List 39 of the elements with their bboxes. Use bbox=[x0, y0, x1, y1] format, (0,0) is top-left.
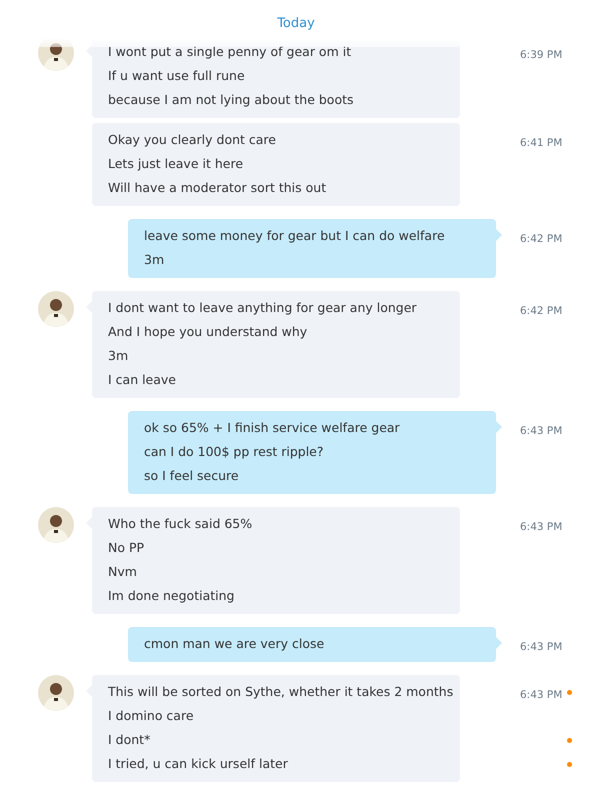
message-text: ok so 65% + I finish service welfare gear bbox=[144, 420, 400, 435]
message-text: I dont* bbox=[108, 732, 150, 747]
message-time: 6:43 PM bbox=[520, 688, 562, 700]
message-time: 6:43 PM bbox=[520, 640, 562, 652]
message-text: 3m bbox=[144, 252, 164, 267]
message-time: 6:43 PM bbox=[520, 520, 562, 532]
pending-dot bbox=[566, 690, 572, 694]
message-text: I dont want to leave anything for gear any longer bbox=[108, 300, 417, 315]
pending-dot bbox=[566, 738, 572, 742]
message-text: Nvm bbox=[108, 564, 137, 579]
message-time: 6:39 PM bbox=[520, 48, 562, 60]
message-text: cmon man we are very close bbox=[144, 636, 324, 651]
message-text: I tried, u can kick urself later bbox=[108, 756, 288, 771]
message-text: leave some money for gear but I can do welfare bbox=[144, 228, 445, 243]
message-text: And I hope you understand why bbox=[108, 324, 308, 339]
message-text: Will have a moderator sort this out bbox=[108, 180, 326, 195]
message-text: No PP bbox=[108, 540, 144, 555]
avatar-icon[interactable] bbox=[38, 675, 74, 711]
message-text: because I am not lying about the boots bbox=[108, 92, 354, 107]
message-text: Im done negotiating bbox=[108, 588, 234, 603]
message-text: 3m bbox=[108, 348, 128, 363]
date-divider: Today bbox=[277, 15, 315, 33]
message-time: 6:42 PM bbox=[520, 304, 562, 316]
message-text: I domino care bbox=[108, 708, 194, 723]
avatar-icon[interactable] bbox=[38, 507, 74, 543]
message-text: Okay you clearly dont care bbox=[108, 132, 276, 147]
message-time: 6:41 PM bbox=[520, 136, 562, 148]
message-time: 6:43 PM bbox=[520, 424, 562, 436]
message-text: so I feel secure bbox=[144, 468, 239, 483]
message-text: If u want use full rune bbox=[108, 68, 245, 83]
message-text: Lets just leave it here bbox=[108, 156, 244, 171]
pending-dot bbox=[566, 762, 572, 766]
message-text: can I do 100$ pp rest ripple? bbox=[144, 444, 324, 459]
message-text: This will be sorted on Sythe, whether it takes 2 months bbox=[108, 684, 454, 699]
message-text: Who the fuck said 65% bbox=[108, 516, 252, 531]
message-text: I wont put a single penny of gear om it bbox=[108, 44, 352, 59]
message-time: 6:42 PM bbox=[520, 232, 562, 244]
message-text: I can leave bbox=[108, 372, 176, 387]
avatar-icon[interactable] bbox=[38, 291, 74, 327]
